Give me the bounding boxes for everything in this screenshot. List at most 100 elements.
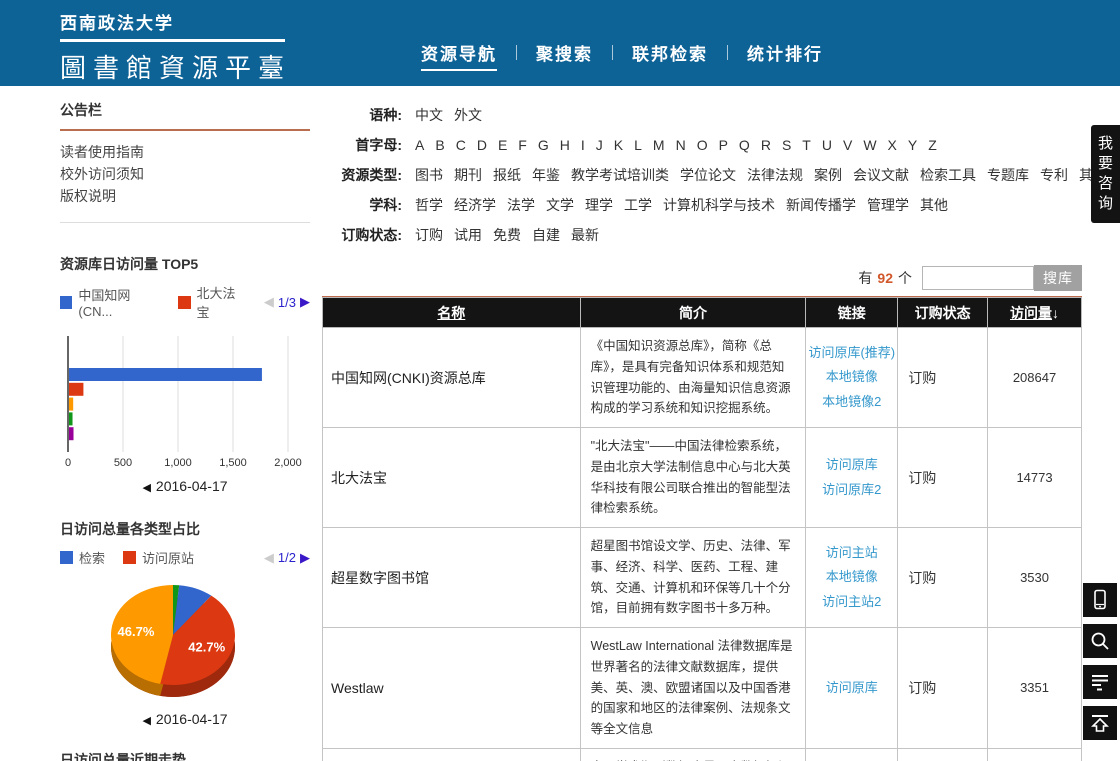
filter-option[interactable]: 专利 xyxy=(1040,165,1068,185)
filter-option[interactable]: 最新 xyxy=(571,225,599,245)
db-access-link[interactable]: 访问原库(推荐) xyxy=(808,341,895,365)
pager-prev-icon[interactable]: ◀ xyxy=(264,294,274,310)
pager-next-icon[interactable]: ▶ xyxy=(300,550,310,566)
filter-option[interactable]: A xyxy=(415,137,424,153)
filter-option[interactable]: K xyxy=(614,137,623,153)
filter-option[interactable]: H xyxy=(560,137,570,153)
date-prev-icon[interactable]: ◀ xyxy=(142,715,150,727)
filter-option[interactable]: T xyxy=(802,137,811,153)
notice-link[interactable]: 读者使用指南 xyxy=(60,141,310,163)
db-access-link[interactable]: 访问主站2 xyxy=(808,590,895,614)
feedback-icon[interactable] xyxy=(1083,665,1117,699)
db-access-link[interactable]: 访问主站 xyxy=(808,541,895,565)
filter-option[interactable]: 外文 xyxy=(454,105,482,125)
notice-link[interactable]: 版权说明 xyxy=(60,185,310,207)
filter-option[interactable]: E xyxy=(498,137,507,153)
pager-prev-icon[interactable]: ◀ xyxy=(264,550,274,566)
consult-tab[interactable]: 我要咨询 xyxy=(1091,125,1120,223)
filter-option[interactable]: 中文 xyxy=(415,105,443,125)
filter-option[interactable]: Y xyxy=(908,137,917,153)
filter-option[interactable]: O xyxy=(697,137,708,153)
filter-option[interactable]: 理学 xyxy=(585,195,613,215)
filter-option[interactable]: 哲学 xyxy=(415,195,443,215)
filter-option[interactable]: G xyxy=(538,137,549,153)
filter-option[interactable]: 图书 xyxy=(415,165,443,185)
filter-option[interactable]: M xyxy=(653,137,665,153)
filter-option[interactable]: 年鉴 xyxy=(532,165,560,185)
db-access-link[interactable]: 访问原库2 xyxy=(808,478,895,502)
db-access-link[interactable]: 访问原库 xyxy=(808,453,895,477)
pager-next-icon[interactable]: ▶ xyxy=(300,294,310,310)
db-access-link[interactable]: 本地镜像 xyxy=(808,565,895,589)
nav-item-1[interactable]: 资源导航 xyxy=(402,40,516,65)
site-logo: 西南政法大学 圖書館資源平臺 xyxy=(60,9,291,85)
filter-options: 中文外文 xyxy=(415,105,493,125)
date-prev-icon[interactable]: ◀ xyxy=(142,482,150,494)
filter-option[interactable]: 试用 xyxy=(454,225,482,245)
filter-option[interactable]: N xyxy=(676,137,686,153)
filter-label: 订购状态: xyxy=(322,225,402,245)
filter-option[interactable]: 法律法规 xyxy=(747,165,803,185)
filter-option[interactable]: L xyxy=(634,137,642,153)
filter-option[interactable]: X xyxy=(888,137,897,153)
search-database-button[interactable]: 搜库 xyxy=(1034,265,1082,291)
filter-option[interactable]: B xyxy=(435,137,444,153)
filter-option[interactable]: S xyxy=(782,137,791,153)
filter-option[interactable]: F xyxy=(518,137,527,153)
filter-option[interactable]: 期刊 xyxy=(454,165,482,185)
nav-item-label: 统计排行 xyxy=(747,45,823,64)
db-access-link[interactable]: 本地镜像 xyxy=(808,365,895,389)
filter-option[interactable]: 订购 xyxy=(415,225,443,245)
column-header[interactable]: 名称 xyxy=(323,298,581,328)
filter-option[interactable]: 法学 xyxy=(507,195,535,215)
db-access-link[interactable]: 本地镜像2 xyxy=(808,390,895,414)
filter-option[interactable]: R xyxy=(761,137,771,153)
filter-option[interactable]: V xyxy=(843,137,852,153)
filter-option[interactable]: 经济学 xyxy=(454,195,496,215)
filter-option[interactable]: Z xyxy=(928,137,937,153)
filter-option[interactable]: 报纸 xyxy=(493,165,521,185)
db-description: 超星图书馆设文学、历史、法律、军事、经济、科学、医药、工程、建筑、交通、计算机和… xyxy=(580,528,806,628)
nav-item-3[interactable]: 联邦检索 xyxy=(613,40,727,65)
filter-option[interactable]: W xyxy=(863,137,876,153)
filter-row: 语种:中文外文 xyxy=(322,100,1082,130)
filter-option[interactable]: 免费 xyxy=(493,225,521,245)
notice-list: 读者使用指南校外访问须知版权说明 xyxy=(60,141,310,207)
filter-option[interactable]: 计算机科学与技术 xyxy=(663,195,775,215)
notice-link[interactable]: 校外访问须知 xyxy=(60,163,310,185)
filter-option[interactable]: U xyxy=(822,137,832,153)
filter-option[interactable]: D xyxy=(477,137,487,153)
search-icon[interactable] xyxy=(1083,624,1117,658)
database-search-input[interactable] xyxy=(922,266,1034,290)
filter-option[interactable]: Q xyxy=(739,137,750,153)
db-visit-count: 3530 xyxy=(988,528,1082,628)
filter-option[interactable]: 工学 xyxy=(624,195,652,215)
filter-option[interactable]: I xyxy=(581,137,585,153)
nav-item-2[interactable]: 聚搜索 xyxy=(517,40,612,65)
db-visit-count: 2289 xyxy=(988,748,1082,761)
filter-option[interactable]: 教学考试培训类 xyxy=(571,165,669,185)
filter-option[interactable]: 新闻传播学 xyxy=(786,195,856,215)
filter-option[interactable]: P xyxy=(719,137,728,153)
filter-option[interactable]: 检索工具 xyxy=(920,165,976,185)
db-access-link[interactable]: 访问原库 xyxy=(808,676,895,700)
filter-option[interactable]: J xyxy=(596,137,603,153)
filter-option[interactable]: 其他 xyxy=(920,195,948,215)
filter-option[interactable]: 文学 xyxy=(546,195,574,215)
nav-item-4[interactable]: 统计排行 xyxy=(728,40,842,65)
filter-option[interactable]: 自建 xyxy=(532,225,560,245)
db-links: 访问主站本地镜像访问主站2 xyxy=(806,528,898,628)
filter-option[interactable]: 专题库 xyxy=(987,165,1029,185)
filter-option[interactable]: 管理学 xyxy=(867,195,909,215)
filter-option[interactable]: 会议文献 xyxy=(853,165,909,185)
db-description: WestLaw International 法律数据库是世界著名的法律文献数据库… xyxy=(580,628,806,749)
chart-pager: ◀1/3▶ xyxy=(264,294,310,310)
back-to-top-icon[interactable] xyxy=(1083,706,1117,740)
phone-icon[interactable] xyxy=(1083,583,1117,617)
filter-option[interactable]: 学位论文 xyxy=(680,165,736,185)
filter-option[interactable]: C xyxy=(456,137,466,153)
column-header-label: 名称 xyxy=(437,305,465,321)
filter-option[interactable]: 案例 xyxy=(814,165,842,185)
top5-chart-section: 资源库日访问量 TOP5 中国知网(CN...北大法宝◀1/3▶ 05001,0… xyxy=(60,254,310,494)
column-header[interactable]: 访问量↓ xyxy=(988,298,1082,328)
